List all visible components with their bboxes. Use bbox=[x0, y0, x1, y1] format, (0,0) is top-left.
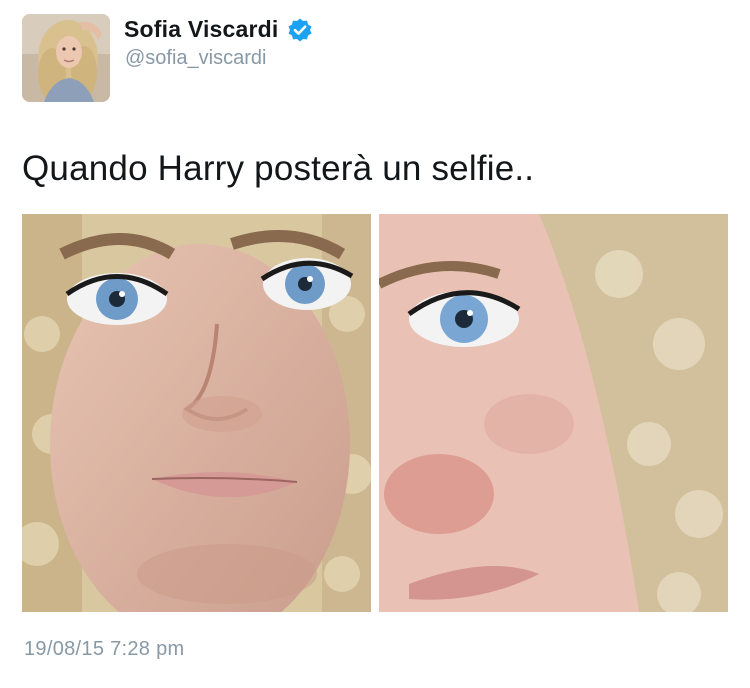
selfie-photo-icon bbox=[22, 214, 371, 612]
tweet-card: Sofia Viscardi @sofia_viscardi Quando Ha… bbox=[0, 0, 750, 688]
tweet-text: Quando Harry posterà un selfie.. bbox=[22, 149, 535, 188]
user-handle[interactable]: @sofia_viscardi bbox=[125, 47, 266, 70]
avatar-photo bbox=[22, 14, 110, 102]
verified-badge-icon bbox=[287, 17, 313, 43]
media-photo-1[interactable] bbox=[22, 214, 371, 612]
selfie-closeup-photo-icon bbox=[379, 214, 728, 612]
name-row: Sofia Viscardi bbox=[124, 16, 313, 43]
media-photo-2[interactable] bbox=[379, 214, 728, 612]
tweet-timestamp[interactable]: 19/08/15 7:28 pm bbox=[24, 638, 184, 661]
display-name[interactable]: Sofia Viscardi bbox=[124, 16, 279, 43]
avatar[interactable] bbox=[22, 14, 110, 102]
